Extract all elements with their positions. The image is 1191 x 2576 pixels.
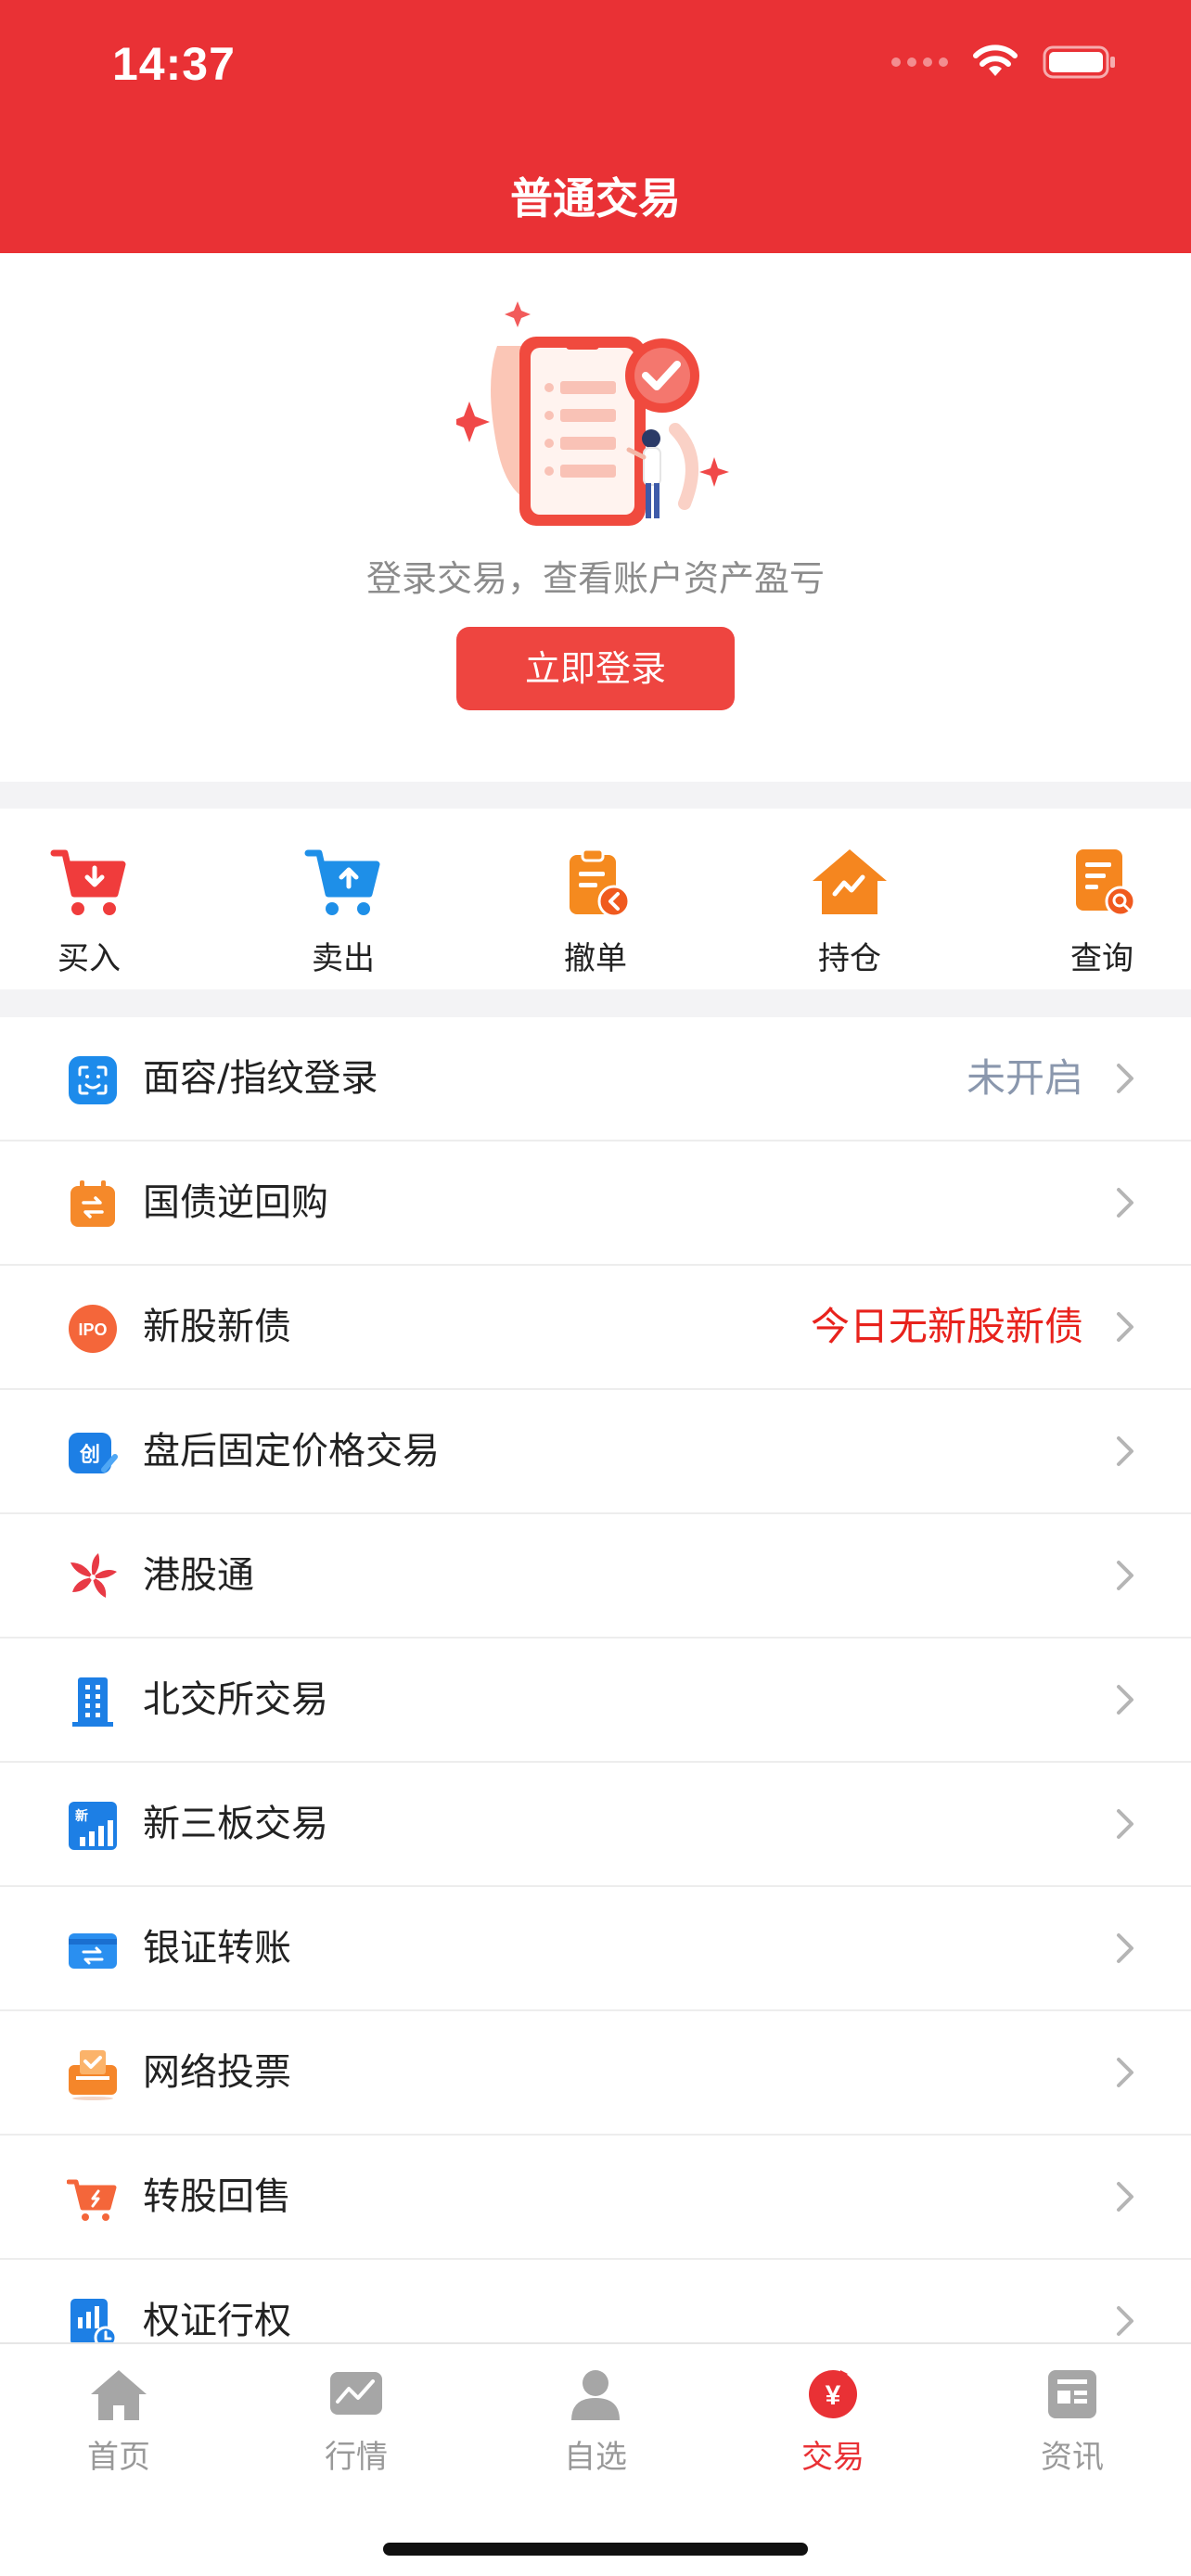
chevron-right-icon <box>1117 1064 1133 1093</box>
quick-action-label: 卖出 <box>312 940 375 977</box>
menu-item-face-login[interactable]: 面容/指纹登录 未开启 <box>0 1017 1191 1141</box>
chevron-right-icon <box>1117 2306 1133 2336</box>
face-login-status: 未开启 <box>966 1055 1083 1101</box>
svg-text:IPO: IPO <box>78 1320 107 1339</box>
cellular-signal-icon <box>891 57 948 67</box>
page-title: 普通交易 <box>510 173 681 223</box>
cart-buy-icon <box>50 849 126 915</box>
menu-item-label: 转股回售 <box>143 2175 291 2218</box>
menu-item-label: 港股通 <box>143 1554 254 1597</box>
tab-label: 首页 <box>87 2439 150 2476</box>
menu-item-label: 面容/指纹登录 <box>143 1057 378 1100</box>
trade-menu-list: 面容/指纹登录 未开启 国债逆回购 IPO 新股新债 今日无新股新债 创 盘后固… <box>0 1017 1191 2384</box>
bottom-tab-bar: 首页 行情 自选 ¥ 交易 资讯 <box>0 2342 1191 2576</box>
menu-item-label: 盘后固定价格交易 <box>143 1430 440 1473</box>
tab-home[interactable]: 首页 <box>45 2366 193 2477</box>
quick-actions: 买入 卖出 撤单 持仓 查询 <box>0 809 1191 989</box>
menu-item-label: 北交所交易 <box>143 1678 328 1721</box>
menu-item-after-hours-trading[interactable]: 创 盘后固定价格交易 <box>0 1390 1191 1514</box>
bank-transfer-icon <box>69 1933 117 1969</box>
tab-news[interactable]: 资讯 <box>998 2366 1146 2477</box>
menu-item-hk-connect[interactable]: 港股通 <box>0 1514 1191 1639</box>
menu-item-label: 银证转账 <box>143 1927 291 1970</box>
svg-text:创: 创 <box>79 1444 100 1467</box>
svg-text:新: 新 <box>75 1808 88 1824</box>
ipo-icon: IPO <box>69 1305 117 1353</box>
menu-item-online-voting[interactable]: 网络投票 <box>0 2011 1191 2136</box>
trade-screen: 14:37 普通交易 登录交易，查看账户资产盈亏 立即登录 买入 卖出 撤单 持… <box>0 0 1191 2576</box>
new-board-icon: 新 <box>69 1802 117 1850</box>
tab-label: 交易 <box>801 2439 864 2476</box>
tab-watchlist[interactable]: 自选 <box>521 2366 670 2477</box>
chevron-right-icon <box>1117 2058 1133 2087</box>
warrant-icon <box>70 2299 118 2349</box>
building-icon <box>72 1677 113 1727</box>
tab-market[interactable]: 行情 <box>282 2366 430 2477</box>
query-icon <box>1076 849 1136 917</box>
quick-action-label: 买入 <box>58 940 121 977</box>
vote-icon <box>69 2050 117 2100</box>
holdings-icon <box>813 849 887 914</box>
menu-item-label: 国债逆回购 <box>143 1181 328 1224</box>
quick-action-label: 撤单 <box>564 940 627 977</box>
chevron-right-icon <box>1117 1436 1133 1466</box>
menu-item-new-third-board[interactable]: 新 新三板交易 <box>0 1763 1191 1887</box>
tab-label: 资讯 <box>1041 2439 1104 2476</box>
login-hint-text: 登录交易，查看账户资产盈亏 <box>365 558 825 599</box>
menu-item-bank-transfer[interactable]: 银证转账 <box>0 1887 1191 2011</box>
bauhinia-icon <box>70 1553 117 1598</box>
menu-item-reverse-repo[interactable]: 国债逆回购 <box>0 1141 1191 1266</box>
chevron-right-icon <box>1117 1312 1133 1342</box>
login-button[interactable]: 立即登录 <box>456 627 735 710</box>
quick-action-buy[interactable]: 买入 <box>24 846 154 977</box>
quick-action-label: 持仓 <box>818 940 881 977</box>
menu-item-label: 新股新债 <box>143 1306 291 1348</box>
tab-trade[interactable]: ¥ 交易 <box>759 2366 907 2477</box>
news-icon <box>1048 2370 1096 2418</box>
person-icon <box>571 2370 620 2420</box>
quick-action-query[interactable]: 查询 <box>1037 846 1167 977</box>
chevron-right-icon <box>1117 1685 1133 1715</box>
quick-action-holdings[interactable]: 持仓 <box>785 846 915 977</box>
status-icons <box>891 45 1117 80</box>
battery-icon <box>1043 45 1115 79</box>
svg-text:¥: ¥ <box>826 2380 841 2411</box>
wifi-icon <box>973 45 1018 76</box>
trade-yen-icon: ¥ <box>809 2370 857 2418</box>
section-divider <box>0 989 1191 1017</box>
home-indicator[interactable] <box>383 2543 808 2556</box>
cancel-order-icon <box>570 848 631 918</box>
chevron-right-icon <box>1117 1933 1133 1963</box>
quick-action-sell[interactable]: 卖出 <box>278 846 408 977</box>
tab-label: 自选 <box>564 2439 627 2476</box>
menu-item-label: 网络投票 <box>143 2051 291 2094</box>
face-id-icon <box>69 1056 117 1104</box>
menu-item-label: 新三板交易 <box>143 1803 328 1845</box>
menu-item-ipo[interactable]: IPO 新股新债 今日无新股新债 <box>0 1266 1191 1390</box>
trade-login-illustration <box>456 301 729 526</box>
cart-sell-icon <box>304 849 380 915</box>
repo-calendar-icon <box>70 1180 115 1227</box>
ipo-status: 今日无新股新债 <box>810 1304 1083 1349</box>
chevron-right-icon <box>1117 1188 1133 1218</box>
resale-cart-icon <box>67 2179 117 2221</box>
chuang-icon: 创 <box>69 1433 118 1473</box>
chevron-right-icon <box>1117 1809 1133 1839</box>
market-icon <box>330 2372 382 2415</box>
menu-item-bse-trading[interactable]: 北交所交易 <box>0 1639 1191 1763</box>
tab-label: 行情 <box>325 2439 388 2476</box>
home-icon <box>91 2370 147 2420</box>
status-time: 14:37 <box>112 38 236 90</box>
section-divider <box>0 782 1191 809</box>
chevron-right-icon <box>1117 2182 1133 2212</box>
menu-item-conversion-resale[interactable]: 转股回售 <box>0 2136 1191 2260</box>
login-prompt: 登录交易，查看账户资产盈亏 立即登录 <box>0 253 1191 782</box>
chevron-right-icon <box>1117 1561 1133 1590</box>
quick-action-cancel[interactable]: 撤单 <box>531 846 660 977</box>
quick-action-label: 查询 <box>1070 940 1133 977</box>
top-bar: 14:37 普通交易 <box>0 0 1191 253</box>
